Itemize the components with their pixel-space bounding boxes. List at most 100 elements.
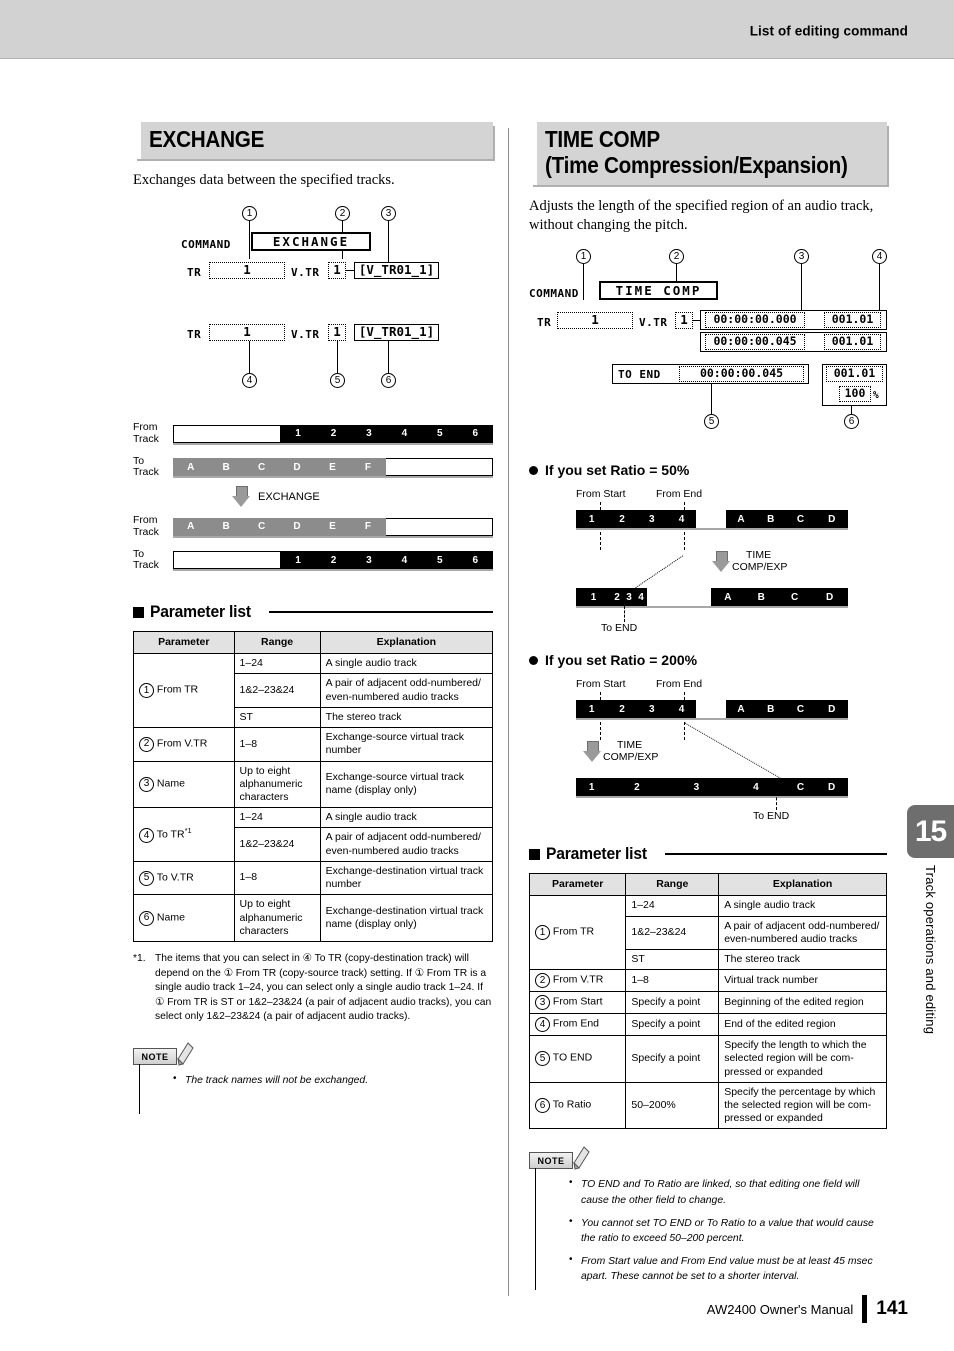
param-cell: 3 From Start [528,991,627,1015]
explanation-cell: Beginning of the edited region [718,991,887,1015]
track-segment: C [785,510,816,529]
lcd-command-value[interactable]: EXCHANGE [251,232,371,252]
note-item: You cannot set TO END or To Ratio to a v… [569,1215,887,1246]
lcd-row2-tr-label: TR [187,328,202,342]
col-explanation: Explanation [319,631,494,655]
explanation-cell: Exchange-source virtual track name (disp… [319,760,494,809]
param-number: 3 [535,995,550,1011]
param-label: To TR [156,828,185,841]
param-cell: 3 Name [133,760,235,809]
arrow-label-line2: COMP/EXP [603,750,659,763]
lcd-to-end-label: TO END [618,368,661,382]
to-end-guideline [776,778,777,811]
parameter-table-left: Parameter Range Explanation 1 From TR 1–… [133,631,494,942]
parameter-list-title: Parameter list [546,844,647,864]
track-bar-after: 1 2 3 4 A B C D [576,588,849,607]
track-segment: 1 [576,588,612,607]
track-segment: 3 [636,700,667,719]
lcd-from-end-value[interactable]: 00:00:00.045 [705,334,805,351]
explanation-cell: The stereo track [319,706,494,729]
page-header: List of editing command [0,0,954,58]
range-cell: 1–8 [233,727,321,762]
timecomp-arrow-row: TIME COMP/EXP [583,739,659,764]
arrow-label: TIME COMP/EXP [732,549,787,574]
lcd-command-value[interactable]: TIME COMP [599,281,718,301]
lcd-row1-vtr-value[interactable]: 1 [328,262,346,280]
exchange-lead-text: Exchanges data between the specified tra… [133,171,395,188]
note-item: From Start value and From End value must… [569,1253,887,1284]
empty-segment [173,424,281,443]
param-label: TO END [552,1051,593,1064]
from-track-row-before: From Track 1 2 3 4 5 6 [133,421,493,446]
track-segment: F [350,458,386,477]
leader-5 [711,384,712,415]
explanation-cell: Virtual track number [718,969,887,993]
param-label: From V.TR [156,737,208,750]
param-footnote-mark: *1 [184,826,192,836]
pencil-icon [573,1146,590,1171]
lcd-row2-vtr-value[interactable]: 1 [328,324,346,342]
param-label: From Start [552,995,603,1008]
track-segment: 2 [315,551,352,570]
param-label: From TR [156,683,199,696]
lcd-from-end-bar[interactable]: 001.01 [824,334,881,351]
track-segment: C [243,458,280,477]
lcd-vtr-value[interactable]: 1 [675,312,693,330]
lcd-tr-value[interactable]: 1 [557,312,633,330]
table-row: 6 Name Up to eight alphanumeric characte… [133,894,494,942]
lcd-command-label: COMMAND [529,287,579,301]
lcd-ratio-value[interactable]: 100 [839,386,871,403]
to-end-guideline [624,606,625,623]
note-block-left: NOTE The track names will not be exchang… [133,1042,493,1117]
header-rule [0,58,954,63]
parameter-list-heading-left: Parameter list [133,602,493,622]
to-track-label: To Track [133,454,159,479]
lcd-row2-name-value[interactable]: [V_TR01_1] [354,324,439,342]
explanation-cell: Specify the length to which the selected… [718,1035,887,1083]
lcd-row2-tr-value[interactable]: 1 [209,324,285,342]
explanation-cell: The stereo track [718,948,887,971]
callout-5: 5 [330,373,345,389]
lcd-to-end-value[interactable]: 00:00:00.045 [679,366,804,383]
range-cell: 1&2–23&24 [233,673,321,708]
section-band-exchange: EXCHANGE [133,122,493,159]
lcd-to-bar[interactable]: 001.01 [826,366,883,383]
parameter-list-title: Parameter list [150,602,251,622]
range-cell: 1–8 [233,860,321,896]
range-cell: Up to eight alphanumeric characters [233,760,321,809]
range-cell: 1&2–23&24 [233,827,321,862]
explanation-cell: A pair of adjacent odd-numbered/ even-nu… [718,915,887,950]
lcd-row1-name-value[interactable]: [V_TR01_1] [354,262,439,280]
param-label: Name [156,777,185,790]
lcd-from-start-bar[interactable]: 001.01 [824,312,881,329]
track-segment: 1 [576,778,608,797]
lcd-from-start-value[interactable]: 00:00:00.000 [705,312,805,329]
from-start-label: From Start [576,678,626,691]
track-segment: 5 [422,551,458,570]
range-cell: Specify a point [625,991,720,1015]
track-segment: C [785,778,816,797]
param-number: 4 [535,1017,550,1033]
param-cell: 6 To Ratio [528,1081,627,1130]
col-range: Range [625,873,720,897]
track-segment: 5 [422,424,458,443]
param-number: 3 [139,776,154,792]
param-number: 2 [139,736,154,752]
track-segment: 4 [386,551,423,570]
bullet-icon [529,465,538,475]
param-number: 6 [535,1098,550,1114]
lcd-row1-tr-value[interactable]: 1 [209,262,285,280]
lcd-row2-vtr-label: V.TR [291,328,320,342]
leader-5 [337,341,338,374]
heading-rule [268,611,493,613]
lcd-command-label: COMMAND [181,238,231,252]
square-bullet-icon [529,848,540,860]
callout-3: 3 [381,206,396,222]
param-cell: 2 From V.TR [528,969,627,993]
track-segment: 3 [351,551,387,570]
track-segment: B [208,517,244,536]
track-segment: 4 [666,700,697,719]
to-track-label: To Track [133,547,159,572]
note-block-right: NOTE TO END and To Ratio are linked, so … [529,1146,887,1291]
track-segment: 1 [576,510,608,529]
